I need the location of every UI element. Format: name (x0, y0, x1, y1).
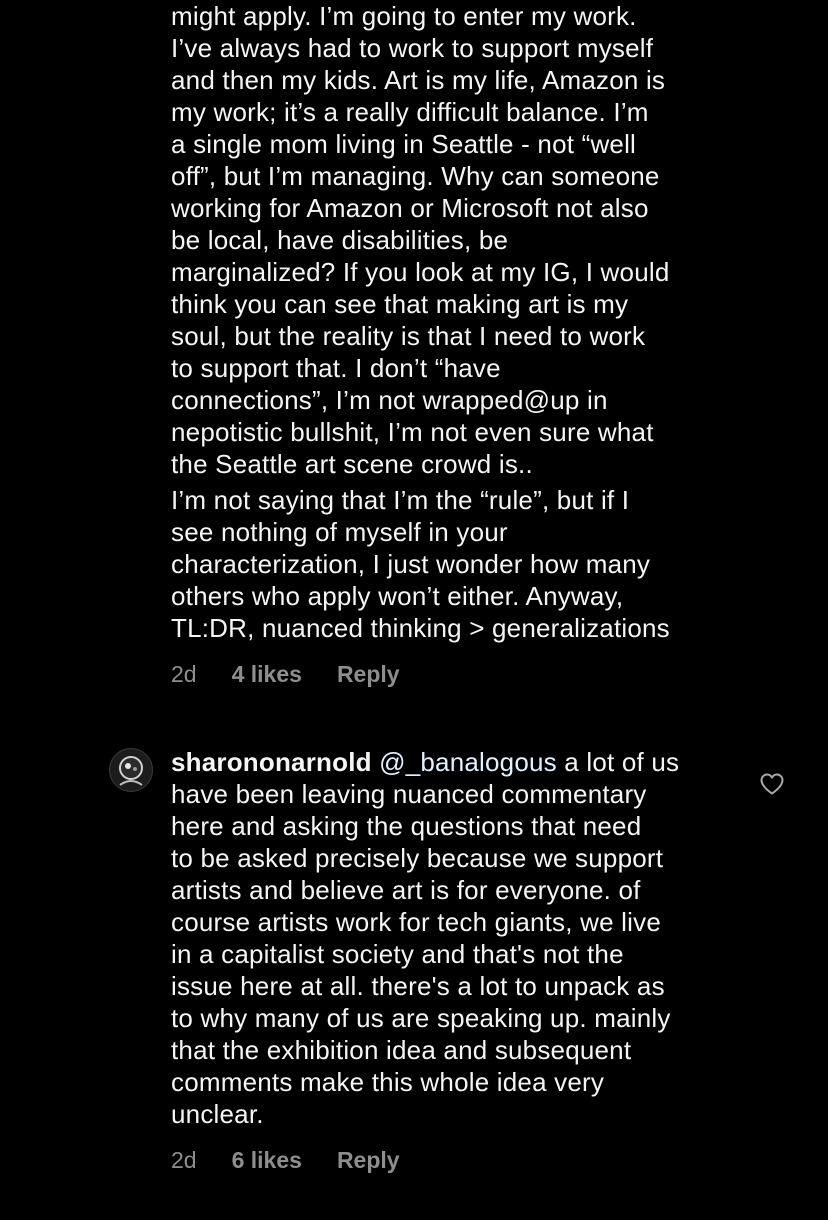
comment-line: artists and believe art is for everyone.… (171, 875, 641, 905)
comments-thread: might apply. I’m going to enter my work.… (0, 0, 828, 1220)
comment-line: connections”, I’m not wrapped@up in (171, 385, 608, 415)
comment-timestamp: 2d (171, 661, 197, 687)
comment-line: unclear. (171, 1099, 264, 1129)
comment-line: others who apply won’t either. Anyway, (171, 581, 624, 611)
comment-line: TL:DR, nuanced thinking > generalization… (171, 613, 670, 643)
comment-line: I’ve always had to work to support mysel… (171, 33, 654, 63)
comment-line: here and asking the questions that need (171, 811, 642, 841)
comment-line: to why many of us are speaking up. mainl… (171, 1003, 671, 1033)
comment-line: off”, but I’m managing. Why can someone (171, 161, 660, 191)
mention-link[interactable]: @_banalogous (379, 747, 557, 777)
comment-line: course artists work for tech giants, we … (171, 907, 661, 937)
username-link[interactable]: sharononarnold (171, 747, 372, 777)
comment-line: that the exhibition idea and subsequent (171, 1035, 632, 1065)
comment-line: in a capitalist society and that's not t… (171, 939, 624, 969)
comment-first-line: sharononarnold @_banalogous a lot of us (171, 746, 731, 778)
likes-count-button[interactable]: 4 likes (232, 661, 302, 688)
comment-line: think you can see that making art is my (171, 289, 629, 319)
avatar[interactable] (109, 748, 153, 792)
comment-line: have been leaving nuanced commentary (171, 779, 647, 809)
likes-count-button[interactable]: 6 likes (232, 1147, 302, 1174)
reply-button[interactable]: Reply (337, 661, 400, 688)
reply-button[interactable]: Reply (337, 1147, 400, 1174)
comment-timestamp: 2d (171, 1147, 197, 1173)
comment-meta: 2d 4 likes Reply (171, 661, 400, 688)
comment-line: to support that. I don’t “have (171, 353, 501, 383)
comment-line: comments make this whole idea very (171, 1067, 605, 1097)
comment-line: my work; it’s a really difficult balance… (171, 97, 649, 127)
comment-line: I’m not saying that I’m the “rule”, but … (171, 485, 630, 515)
comment-line: nepotistic bullshit, I’m not even sure w… (171, 417, 654, 447)
comment-line: working for Amazon or Microsoft not also (171, 193, 649, 223)
comment-line: characterization, I just wonder how many (171, 549, 651, 579)
comment-line: a single mom living in Seattle - not “we… (171, 129, 637, 159)
comment-line: issue here at all. there's a lot to unpa… (171, 971, 665, 1001)
comment-line: soul, but the reality is that I need to … (171, 321, 646, 351)
comment-line: see nothing of myself in your (171, 517, 508, 547)
comment-line: might apply. I’m going to enter my work. (171, 1, 637, 31)
avatar-image (110, 749, 152, 791)
comment-body: sharononarnold @_banalogous a lot of us … (171, 746, 731, 1130)
comment-line: and then my kids. Art is my life, Amazon… (171, 65, 666, 95)
comment-line: marginalized? If you look at my IG, I wo… (171, 257, 670, 287)
comment-line: to be asked precisely because we support (171, 843, 664, 873)
comment-meta: 2d 6 likes Reply (171, 1147, 400, 1174)
heart-icon-graphic (760, 773, 784, 795)
comment-body: might apply. I’m going to enter my work.… (171, 0, 731, 644)
comment-line: the Seattle art scene crowd is.. (171, 449, 533, 479)
comment-line: a lot of us (556, 747, 680, 777)
comment-line: be local, have disabilities, be (171, 225, 509, 255)
heart-outline-icon[interactable] (759, 772, 785, 796)
